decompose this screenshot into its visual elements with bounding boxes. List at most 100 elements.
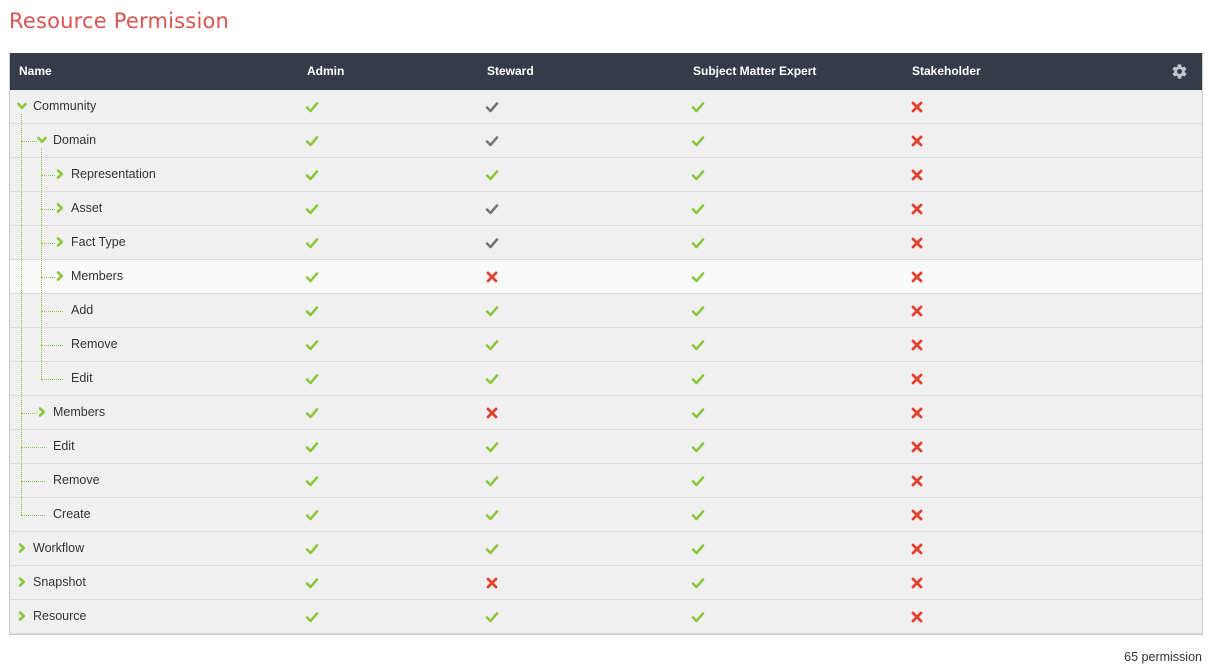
check-icon xyxy=(691,510,705,521)
chevron-right-icon[interactable] xyxy=(17,543,27,553)
table-row[interactable]: Edit xyxy=(10,362,1202,396)
row-name: Remove xyxy=(71,337,118,351)
tree-connector xyxy=(41,379,63,380)
table-row[interactable]: Edit xyxy=(10,430,1202,464)
table-row[interactable]: Representation xyxy=(10,158,1202,192)
chevron-right-icon[interactable] xyxy=(17,611,27,621)
check-icon xyxy=(305,272,319,283)
resource-permission-page: Resource Permission Name Admin Steward S… xyxy=(0,0,1216,672)
column-header-admin[interactable]: Admin xyxy=(307,53,344,90)
check-icon xyxy=(485,612,499,623)
column-header-name[interactable]: Name xyxy=(19,53,52,90)
check-gray-icon xyxy=(485,204,499,215)
table-row[interactable]: Create xyxy=(10,498,1202,532)
cross-icon xyxy=(911,169,923,181)
check-icon xyxy=(305,544,319,555)
permission-table: Name Admin Steward Subject Matter Expert… xyxy=(9,53,1203,635)
check-gray-icon xyxy=(485,136,499,147)
check-icon xyxy=(691,476,705,487)
check-icon xyxy=(691,102,705,113)
chevron-right-icon[interactable] xyxy=(55,203,65,213)
check-icon xyxy=(691,612,705,623)
cross-icon xyxy=(911,237,923,249)
check-icon xyxy=(691,578,705,589)
check-icon xyxy=(691,170,705,181)
table-row[interactable]: Snapshot xyxy=(10,566,1202,600)
cross-icon xyxy=(911,271,923,283)
cross-icon xyxy=(911,407,923,419)
table-row[interactable]: Remove xyxy=(10,328,1202,362)
cross-icon xyxy=(486,271,498,283)
check-icon xyxy=(305,340,319,351)
column-header-steward[interactable]: Steward xyxy=(487,53,534,90)
table-row[interactable]: Workflow xyxy=(10,532,1202,566)
check-icon xyxy=(485,374,499,385)
tree-connector xyxy=(21,413,37,414)
check-icon xyxy=(305,306,319,317)
table-row[interactable]: Domain xyxy=(10,124,1202,158)
check-icon xyxy=(691,544,705,555)
tree-connector xyxy=(41,311,63,312)
tree-connector xyxy=(41,209,55,210)
check-icon xyxy=(691,408,705,419)
chevron-right-icon[interactable] xyxy=(37,407,47,417)
check-icon xyxy=(305,374,319,385)
row-name: Remove xyxy=(53,473,100,487)
check-icon xyxy=(305,204,319,215)
table-row[interactable]: Resource xyxy=(10,600,1202,634)
column-header-subject-matter-expert[interactable]: Subject Matter Expert xyxy=(693,53,816,90)
chevron-right-icon[interactable] xyxy=(55,237,65,247)
column-header-stakeholder[interactable]: Stakeholder xyxy=(912,53,981,90)
check-icon xyxy=(305,408,319,419)
row-name: Create xyxy=(53,507,91,521)
check-icon xyxy=(691,340,705,351)
chevron-down-icon[interactable] xyxy=(17,101,27,111)
check-icon xyxy=(691,136,705,147)
table-row[interactable]: Community xyxy=(10,90,1202,124)
cross-icon xyxy=(911,577,923,589)
row-name: Edit xyxy=(53,439,75,453)
row-name: Resource xyxy=(33,609,87,623)
cross-icon xyxy=(911,135,923,147)
check-icon xyxy=(691,306,705,317)
check-icon xyxy=(485,544,499,555)
cross-icon xyxy=(911,339,923,351)
row-name: Asset xyxy=(71,201,103,215)
check-icon xyxy=(485,476,499,487)
gear-icon[interactable] xyxy=(1171,63,1188,80)
check-icon xyxy=(305,170,319,181)
chevron-right-icon[interactable] xyxy=(55,169,65,179)
check-icon xyxy=(305,136,319,147)
cross-icon xyxy=(911,373,923,385)
table-header: Name Admin Steward Subject Matter Expert… xyxy=(10,53,1202,90)
table-row[interactable]: Members xyxy=(10,396,1202,430)
cross-icon xyxy=(911,203,923,215)
row-name: Members xyxy=(53,405,106,419)
check-icon xyxy=(691,272,705,283)
check-icon xyxy=(485,510,499,521)
table-row[interactable]: Members xyxy=(10,260,1202,294)
chevron-right-icon[interactable] xyxy=(17,577,27,587)
table-row[interactable]: Asset xyxy=(10,192,1202,226)
tree-connector xyxy=(21,481,45,482)
cross-icon xyxy=(911,509,923,521)
chevron-right-icon[interactable] xyxy=(55,271,65,281)
chevron-down-icon[interactable] xyxy=(37,135,47,145)
cross-icon xyxy=(911,475,923,487)
check-icon xyxy=(485,170,499,181)
permission-count: 65 permission xyxy=(1124,650,1202,664)
row-name: Fact Type xyxy=(71,235,126,249)
table-row[interactable]: Add xyxy=(10,294,1202,328)
check-icon xyxy=(691,238,705,249)
tree-connector xyxy=(41,243,55,244)
table-row[interactable]: Remove xyxy=(10,464,1202,498)
tree-connector xyxy=(21,515,45,516)
row-name: Domain xyxy=(53,133,97,147)
row-name: Edit xyxy=(71,371,93,385)
check-icon xyxy=(305,612,319,623)
tree-connector xyxy=(41,277,55,278)
check-icon xyxy=(305,578,319,589)
cross-icon xyxy=(911,611,923,623)
table-body: Community Domain Representation Asset Fact T… xyxy=(10,90,1202,634)
table-row[interactable]: Fact Type xyxy=(10,226,1202,260)
